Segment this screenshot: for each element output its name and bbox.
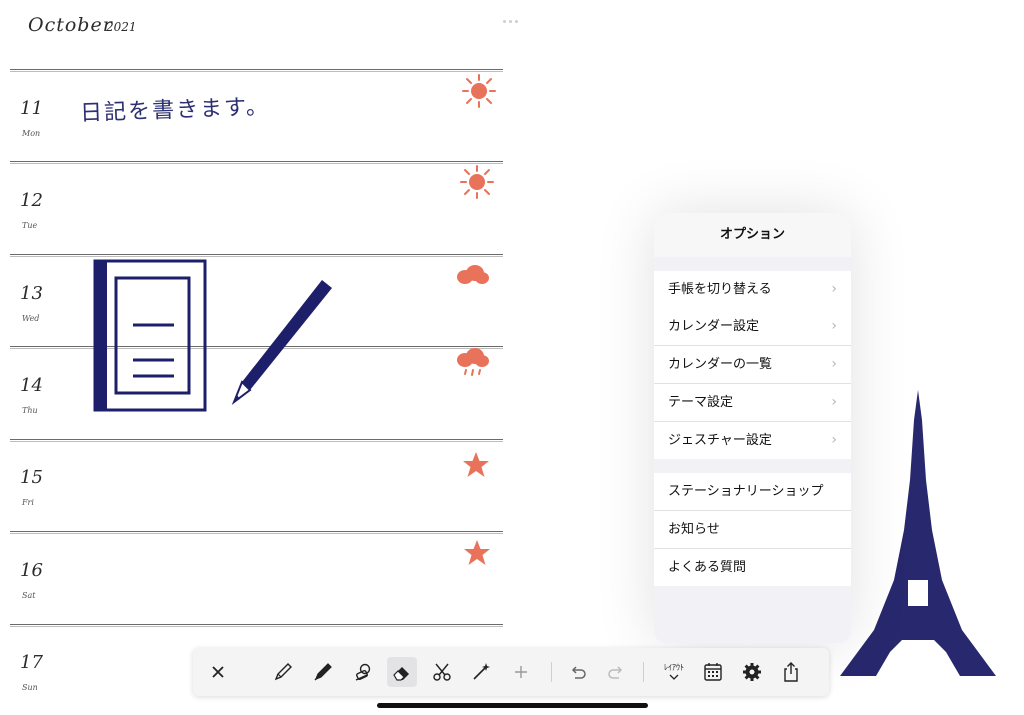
day-weekday: Thu — [22, 406, 38, 415]
day-number: 17 — [20, 652, 43, 673]
toolbar-divider — [643, 662, 644, 682]
day-divider — [10, 531, 503, 534]
day-number: 14 — [20, 375, 43, 396]
day-weekday: Sun — [22, 683, 38, 692]
gesture-settings-row[interactable]: ジェスチャー設定 › — [654, 422, 851, 459]
theme-settings-row[interactable]: テーマ設定 › — [654, 384, 851, 422]
chevron-right-icon: › — [831, 356, 837, 372]
magic-wand-tool-button[interactable] — [466, 657, 496, 687]
rain-icon — [457, 348, 489, 376]
row-label: カレンダー設定 — [668, 319, 760, 334]
day-weekday: Mon — [22, 129, 41, 138]
day-divider — [10, 161, 503, 164]
day-divider — [10, 624, 503, 627]
popover-title: オプション — [654, 213, 851, 257]
star-icon — [464, 540, 490, 565]
day-number: 13 — [20, 283, 43, 304]
chevron-right-icon: › — [831, 432, 837, 448]
notebook-drawing-icon — [93, 259, 207, 412]
day-weekday: Tue — [22, 221, 38, 230]
day-number: 11 — [20, 98, 43, 119]
pencil-drawing-icon — [231, 280, 332, 405]
layout-button[interactable]: ﾚｲｱｳﾄ — [659, 657, 689, 687]
chevron-right-icon: › — [831, 281, 837, 297]
close-icon — [212, 666, 224, 678]
row-label: お知らせ — [668, 522, 720, 537]
pen-tool-button[interactable] — [308, 657, 338, 687]
star-icon — [463, 452, 489, 477]
toolbar-divider — [551, 662, 552, 682]
drag-handle[interactable] — [503, 8, 521, 23]
sun-icon — [460, 165, 494, 199]
day-divider — [10, 439, 503, 442]
switch-notebook-row[interactable]: 手帳を切り替える › — [654, 271, 851, 308]
handwritten-note: 日記を書きます。 — [79, 94, 271, 127]
row-label: カレンダーの一覧 — [668, 357, 773, 372]
popover-group-notebook: 手帳を切り替える › — [654, 271, 851, 308]
row-label: 手帳を切り替える — [668, 282, 772, 297]
day-number: 16 — [20, 560, 43, 581]
sun-icon — [462, 74, 496, 108]
faq-row[interactable]: よくある質問 — [654, 549, 851, 586]
row-label: よくある質問 — [668, 560, 747, 575]
share-button[interactable] — [776, 657, 806, 687]
eiffel-tower-stamp-icon — [840, 390, 996, 676]
row-label: テーマ設定 — [668, 395, 734, 410]
scissors-tool-button[interactable] — [427, 657, 457, 687]
stationery-shop-row[interactable]: ステーショナリーショップ — [654, 473, 851, 511]
pen-icon — [314, 663, 332, 681]
cloud-icon — [457, 265, 489, 284]
plus-icon — [515, 666, 527, 678]
row-label: ステーショナリーショップ — [668, 484, 824, 499]
day-weekday: Sat — [22, 591, 36, 600]
chevron-right-icon: › — [831, 318, 837, 334]
redo-button[interactable] — [601, 657, 631, 687]
pencil-tool-button[interactable] — [268, 657, 298, 687]
bottom-toolbar: ﾚｲｱｳﾄ — [193, 648, 829, 696]
day-divider — [10, 69, 503, 72]
close-button[interactable] — [203, 657, 233, 687]
gear-icon — [743, 663, 761, 681]
day-number: 12 — [20, 190, 43, 211]
row-label: ジェスチャー設定 — [668, 433, 772, 448]
chevron-right-icon: › — [831, 394, 837, 410]
scissors-icon — [433, 663, 451, 681]
day-divider — [10, 254, 503, 257]
pencil-icon — [274, 663, 292, 681]
share-icon — [784, 662, 798, 682]
eraser-tool-button[interactable] — [387, 657, 417, 687]
options-popover: オプション 手帳を切り替える › カレンダー設定 › カレンダーの一覧 › テーマ設定… — [654, 213, 851, 643]
popover-group-info: ステーショナリーショップ お知らせ よくある質問 — [654, 473, 851, 586]
calendar-settings-row[interactable]: カレンダー設定 › — [654, 308, 851, 346]
calendar-icon — [704, 663, 722, 681]
stamp-tool-button[interactable] — [348, 657, 378, 687]
add-button[interactable] — [506, 657, 536, 687]
redo-icon — [608, 666, 623, 679]
magic-wand-icon — [473, 663, 490, 680]
day-weekday: Wed — [22, 314, 40, 323]
day-number: 15 — [20, 467, 43, 488]
popover-group-settings: カレンダー設定 › カレンダーの一覧 › テーマ設定 › ジェスチャー設定 › — [654, 308, 851, 459]
settings-button[interactable] — [737, 657, 767, 687]
layout-label: ﾚｲｱｳﾄ — [664, 663, 684, 672]
chevron-down-icon — [669, 674, 679, 680]
day-weekday: Fri — [22, 498, 34, 507]
news-row[interactable]: お知らせ — [654, 511, 851, 549]
month-title: October — [28, 14, 113, 36]
stamp-icon — [355, 663, 371, 681]
undo-icon — [571, 666, 586, 679]
undo-button[interactable] — [563, 657, 593, 687]
home-indicator[interactable] — [377, 703, 648, 708]
calendar-list-row[interactable]: カレンダーの一覧 › — [654, 346, 851, 384]
diary-page[interactable]: October 2021 11 Mon 12 Tue 13 Wed 14 Thu… — [0, 0, 520, 715]
year-label: 2021 — [106, 20, 137, 34]
calendar-button[interactable] — [698, 657, 728, 687]
eraser-icon — [393, 667, 409, 681]
